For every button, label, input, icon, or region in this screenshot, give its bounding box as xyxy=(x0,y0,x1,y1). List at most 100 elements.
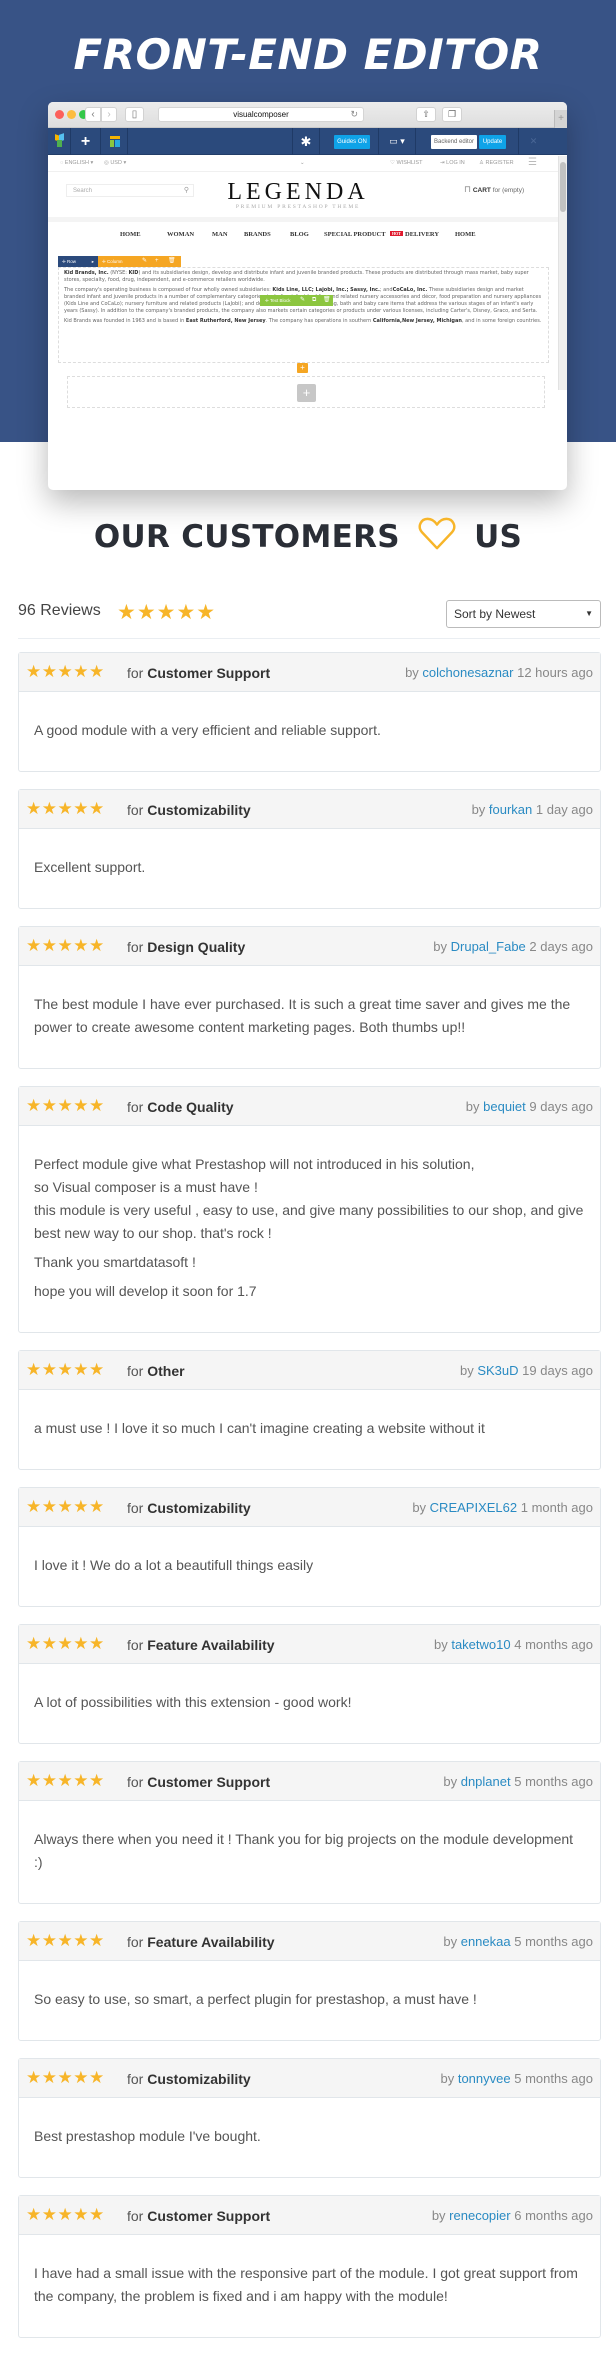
add-element-plus-button[interactable]: + xyxy=(297,384,316,402)
review-rating-stars: ★★★★★ xyxy=(26,1497,105,1516)
review-author-link[interactable]: CREAPIXEL62 xyxy=(430,1500,517,1515)
review-text: A lot of possibilities with this extensi… xyxy=(34,1694,352,1710)
row-controls[interactable]: ✛ Row ▸ xyxy=(58,256,98,267)
site-logo[interactable]: LEGENDA xyxy=(178,179,418,206)
login-link[interactable]: ⇥ LOG IN xyxy=(440,160,465,166)
add-element-below-button[interactable]: + xyxy=(297,363,308,373)
text-block-controls[interactable]: ✛ Text Block ✎ ⧉ 🗑 xyxy=(260,295,333,306)
review-author-link[interactable]: tonnyvee xyxy=(458,2071,511,2086)
review-card: ★★★★★ for Customer Support by renecopier… xyxy=(18,2195,601,2338)
sort-dropdown[interactable]: Sort by Newest ▼ xyxy=(446,600,601,628)
menu-item-blog[interactable]: BLOG xyxy=(290,231,309,238)
reload-icon[interactable]: ↻ xyxy=(350,108,358,121)
text-block-content[interactable]: Kid Brands, Inc. (NYSE: KID) and its sub… xyxy=(58,267,549,363)
empty-row-placeholder: + xyxy=(67,376,545,408)
layout-icon xyxy=(110,136,120,139)
review-author-link[interactable]: colchonesaznar xyxy=(422,665,513,680)
visual-composer-logo-icon xyxy=(48,128,71,155)
back-button[interactable]: ‹ xyxy=(85,107,101,122)
menu-item-home-2[interactable]: HOME xyxy=(455,231,476,238)
close-window-icon[interactable] xyxy=(55,110,64,119)
review-category: for Customizability xyxy=(127,1500,251,1516)
trash-icon[interactable]: 🗑 xyxy=(168,256,176,267)
close-editor-icon[interactable]: ✕ xyxy=(518,128,548,155)
review-author-link[interactable]: dnplanet xyxy=(461,1774,511,1789)
move-icon[interactable]: ✛ xyxy=(102,259,106,264)
review-body: A good module with a very efficient and … xyxy=(19,692,600,771)
hamburger-menu-icon[interactable]: ☰ xyxy=(528,157,537,168)
currency-selector[interactable]: ◎ USD ▾ xyxy=(104,160,126,166)
review-author-link[interactable]: fourkan xyxy=(489,802,532,817)
review-body: A lot of possibilities with this extensi… xyxy=(19,1664,600,1743)
menu-item-man[interactable]: MAN xyxy=(212,231,228,238)
review-card: ★★★★★ for Customizability by tonnyvee 5 … xyxy=(18,2058,601,2178)
review-body: Perfect module give what Prestashop will… xyxy=(19,1126,600,1332)
templates-button[interactable] xyxy=(101,128,128,155)
review-header: ★★★★★ for Feature Availability by taketw… xyxy=(19,1625,600,1664)
menu-item-brands[interactable]: BRANDS xyxy=(244,231,271,238)
share-button[interactable]: ⇧ xyxy=(416,107,436,122)
sidebar-toggle-button[interactable]: ▯ xyxy=(125,107,144,122)
customers-heading: OUR CUSTOMERS US xyxy=(93,517,523,555)
review-category: for Customer Support xyxy=(127,665,271,681)
menu-item-woman[interactable]: WOMAN xyxy=(167,231,194,238)
topbar-toggle-icon[interactable]: ⌄ xyxy=(300,160,305,166)
guides-toggle-button[interactable]: Guides ON xyxy=(334,135,370,149)
heart-icon xyxy=(418,517,456,550)
language-selector[interactable]: ◌ ENGLISH ▾ xyxy=(60,160,93,166)
update-button[interactable]: Update xyxy=(479,135,506,149)
cart-link[interactable]: ⊓ CART for (empty) xyxy=(464,184,524,195)
trash-icon[interactable]: 🗑 xyxy=(323,295,331,306)
column-controls[interactable]: ✛ Column ✎ + 🗑 xyxy=(98,256,181,267)
new-tab-button[interactable]: + xyxy=(554,110,567,128)
review-time: 1 day ago xyxy=(532,802,593,817)
wishlist-link[interactable]: ♡ WISHLIST xyxy=(390,160,422,166)
review-author-link[interactable]: SK3uD xyxy=(477,1363,518,1378)
review-category: for Feature Availability xyxy=(127,1934,275,1950)
review-byline: by renecopier 6 months ago xyxy=(431,2208,593,2223)
add-element-button[interactable]: + xyxy=(71,128,101,155)
review-text: A good module with a very efficient and … xyxy=(34,722,381,738)
scrollbar-thumb[interactable] xyxy=(560,162,566,212)
review-time: 5 months ago xyxy=(510,1774,593,1789)
site-search-input[interactable]: Search ⚲ xyxy=(66,184,194,197)
clone-icon[interactable]: ⧉ xyxy=(312,295,316,306)
review-author-link[interactable]: taketwo10 xyxy=(451,1637,510,1652)
review-category: for Code Quality xyxy=(127,1099,234,1115)
forward-button[interactable]: › xyxy=(101,107,117,122)
row-expand-icon[interactable]: ▸ xyxy=(92,256,94,267)
backend-editor-button[interactable]: Backend editor xyxy=(431,135,477,149)
edit-pencil-icon[interactable]: ✎ xyxy=(142,256,147,267)
tabs-overview-button[interactable]: ❐ xyxy=(442,107,462,122)
hero-banner: FRONT-END EDITOR ‹ › ▯ visualcomposer ↻ … xyxy=(0,0,616,490)
site-logo-tagline: PREMIUM PRESTASHOP THEME xyxy=(235,204,361,210)
chevron-down-icon: ▼ xyxy=(585,609,593,618)
menu-item-home[interactable]: HOME xyxy=(120,231,141,238)
edit-pencil-icon[interactable]: ✎ xyxy=(300,295,305,306)
review-text: a must use ! I love it so much I can't i… xyxy=(34,1420,485,1436)
review-byline: by tonnyvee 5 months ago xyxy=(440,2071,594,2086)
review-header: ★★★★★ for Customizability by fourkan 1 d… xyxy=(19,790,600,829)
menu-item-special-product[interactable]: SPECIAL PRODUCT xyxy=(324,231,386,238)
editor-toolbar: + ✱ Guides ON ▭ ▾ Backend editor Update … xyxy=(48,128,567,155)
reviews-list: ★★★★★ for Customer Support by colchonesa… xyxy=(18,652,601,2355)
site-scrollbar[interactable] xyxy=(558,156,567,390)
review-author-link[interactable]: bequiet xyxy=(483,1099,526,1114)
reviews-count: 96 Reviews xyxy=(18,602,101,619)
device-preview-dropdown[interactable]: ▭ ▾ xyxy=(378,128,416,155)
review-author-link[interactable]: ennekaa xyxy=(461,1934,511,1949)
review-time: 5 months ago xyxy=(510,1934,593,1949)
browser-chrome: ‹ › ▯ visualcomposer ↻ ⇧ ❐ + xyxy=(48,102,567,128)
minimize-window-icon[interactable] xyxy=(67,110,76,119)
move-icon[interactable]: ✛ xyxy=(265,298,269,303)
review-body: Best prestashop module I've bought. xyxy=(19,2098,600,2177)
menu-item-delivery[interactable]: DELIVERY xyxy=(405,231,439,238)
review-author-link[interactable]: renecopier xyxy=(449,2208,510,2223)
settings-button[interactable]: ✱ xyxy=(292,128,320,155)
register-link[interactable]: ♙ REGISTER xyxy=(479,160,514,166)
address-bar[interactable]: visualcomposer ↻ xyxy=(158,107,364,122)
add-icon[interactable]: + xyxy=(155,256,159,267)
review-byline: by colchonesaznar 12 hours ago xyxy=(405,665,593,680)
move-icon[interactable]: ✛ xyxy=(62,259,66,264)
review-author-link[interactable]: Drupal_Fabe xyxy=(451,939,526,954)
